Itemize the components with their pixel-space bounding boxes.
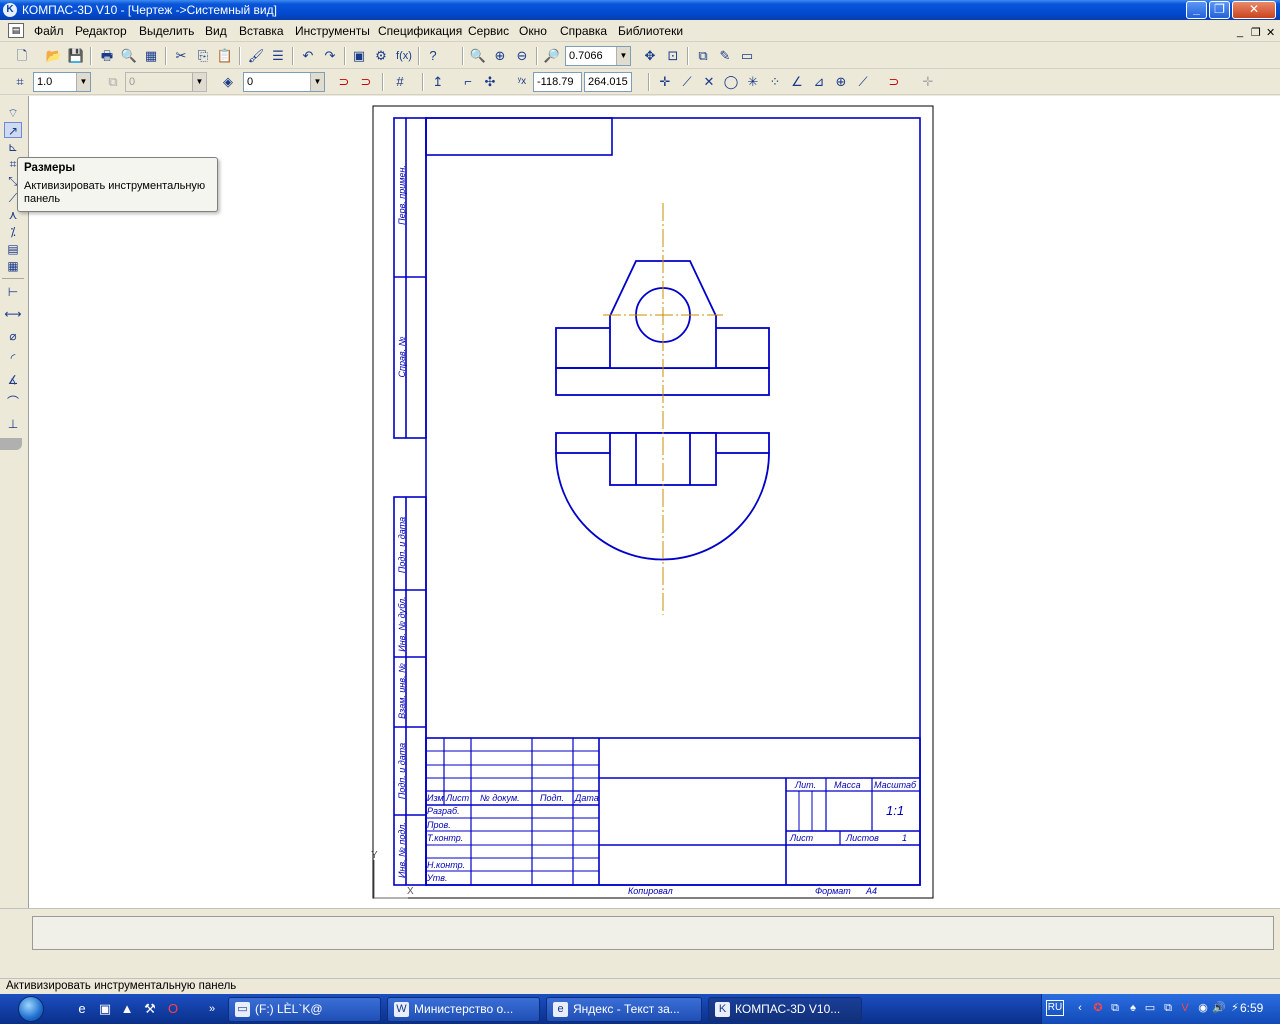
tray-app-icon[interactable]: ♠ [1126, 1001, 1140, 1015]
task-button-word[interactable]: W Министерство о... [387, 997, 540, 1022]
task-button-folder[interactable]: ▭ (F:) LÈL`K@ [228, 997, 381, 1022]
tray-wifi-icon[interactable]: ◉ [1196, 1001, 1210, 1015]
task-label: (F:) LÈL`K@ [255, 1002, 323, 1016]
tooltip-body: Активизировать инструментальную панель [24, 180, 206, 205]
task-button-kompas[interactable]: K КОМПАС-3D V10... [708, 997, 862, 1022]
folder-icon: ▭ [235, 1002, 250, 1017]
task-button-browser[interactable]: e Яндекс - Текст за... [546, 997, 702, 1022]
status-text: Активизировать инструментальную панель [6, 980, 237, 992]
properties-panel [0, 908, 1280, 978]
more-icon[interactable]: » [203, 1000, 221, 1018]
kompas-quicklaunch-icon[interactable]: ⚒ [141, 1000, 159, 1018]
tray-network-status-icon[interactable]: ⧉ [1161, 1001, 1175, 1015]
tooltip: Размеры Активизировать инструментальную … [17, 157, 218, 212]
clock[interactable]: 6:59 [1240, 1001, 1263, 1015]
properties-field[interactable] [32, 916, 1274, 950]
kompas-icon: K [715, 1002, 730, 1017]
opera-icon[interactable]: O [164, 1000, 182, 1018]
tooltip-title: Размеры [24, 162, 76, 174]
tray-monitor-icon[interactable]: ▭ [1143, 1001, 1157, 1015]
explorer-icon[interactable]: ▣ [96, 1000, 114, 1018]
task-label: Яндекс - Текст за... [573, 1002, 680, 1016]
tray-shield-icon[interactable]: V [1178, 1001, 1192, 1015]
sheet-border [372, 105, 934, 899]
tray-network-icon[interactable]: ⧉ [1108, 1001, 1122, 1015]
taskbar: e ▣ ▲ ⚒ O » ▭ (F:) LÈL`K@ W Министерство о… [0, 994, 1280, 1024]
system-tray: RU ‹ ✪ ⧉ ♠ ▭ ⧉ V ◉ 🔊 ⚡ 6:59 [1041, 994, 1280, 1024]
show-desktop-icon[interactable]: ▲ [118, 1000, 136, 1018]
ie-icon[interactable]: e [73, 1000, 91, 1018]
drawing-canvas[interactable] [0, 0, 1280, 1024]
task-label: Министерство о... [414, 1002, 514, 1016]
windows-orb-icon [18, 996, 44, 1022]
volume-icon[interactable]: 🔊 [1212, 1001, 1226, 1015]
task-label: КОМПАС-3D V10... [735, 1002, 841, 1016]
tray-expand-icon[interactable]: ‹ [1073, 1001, 1087, 1015]
ie-icon: e [553, 1002, 568, 1017]
tray-antivirus-icon[interactable]: ✪ [1091, 1001, 1105, 1015]
language-indicator[interactable]: RU [1046, 1000, 1064, 1016]
start-button[interactable] [4, 994, 60, 1024]
word-doc-icon: W [394, 1002, 409, 1017]
status-bar: Активизировать инструментальную панель [0, 978, 1280, 994]
